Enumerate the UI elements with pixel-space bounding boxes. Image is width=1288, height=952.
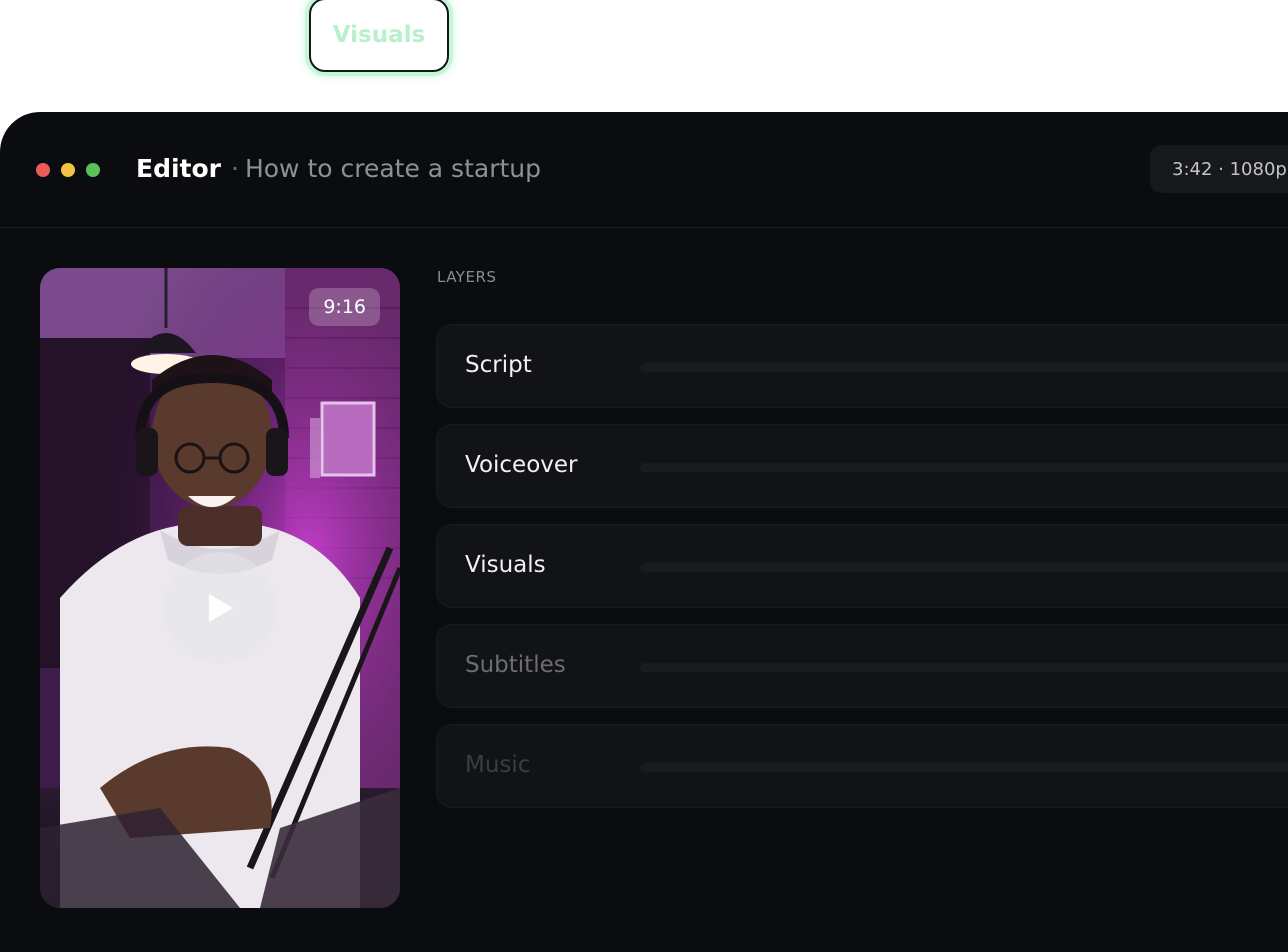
layer-label: Music <box>465 752 531 778</box>
layer-track <box>640 363 1288 372</box>
title-separator: · <box>231 154 239 183</box>
visuals-chip-label: Visuals <box>332 22 426 48</box>
layer-track <box>640 563 1288 572</box>
minimize-window-button[interactable] <box>61 163 75 177</box>
title-bar: Editor · How to create a startup 3:42 · 10… <box>0 112 1288 228</box>
layer-label: Subtitles <box>465 652 566 678</box>
layer-row-music[interactable]: Music <box>436 724 1288 808</box>
layer-row-visuals[interactable]: Visuals <box>436 524 1288 608</box>
layer-row-voiceover[interactable]: Voiceover <box>436 424 1288 508</box>
project-name: How to create a startup <box>244 154 541 183</box>
layer-row-script[interactable]: Script <box>436 324 1288 408</box>
editor-window: Editor · How to create a startup 3:42 · 10… <box>0 112 1288 952</box>
play-icon <box>209 594 233 622</box>
page-title: Editor · How to create a startup <box>136 154 541 183</box>
layer-label: Script <box>465 352 532 378</box>
layers-heading: LAYERS <box>437 268 497 286</box>
visuals-chip[interactable]: Visuals <box>309 0 449 72</box>
maximize-window-button[interactable] <box>86 163 100 177</box>
layer-track <box>640 463 1288 472</box>
layer-track <box>640 763 1288 772</box>
video-preview[interactable]: 9:16 <box>40 268 400 908</box>
aspect-ratio-badge: 9:16 <box>309 288 380 326</box>
video-meta-badge: 3:42 · 1080p <box>1150 145 1288 193</box>
close-window-button[interactable] <box>36 163 50 177</box>
layer-label: Visuals <box>465 552 546 578</box>
layer-row-subtitles[interactable]: Subtitles <box>436 624 1288 708</box>
play-button[interactable] <box>164 552 276 664</box>
app-title: Editor <box>136 154 221 183</box>
layer-label: Voiceover <box>465 452 578 478</box>
layer-track <box>640 663 1288 672</box>
